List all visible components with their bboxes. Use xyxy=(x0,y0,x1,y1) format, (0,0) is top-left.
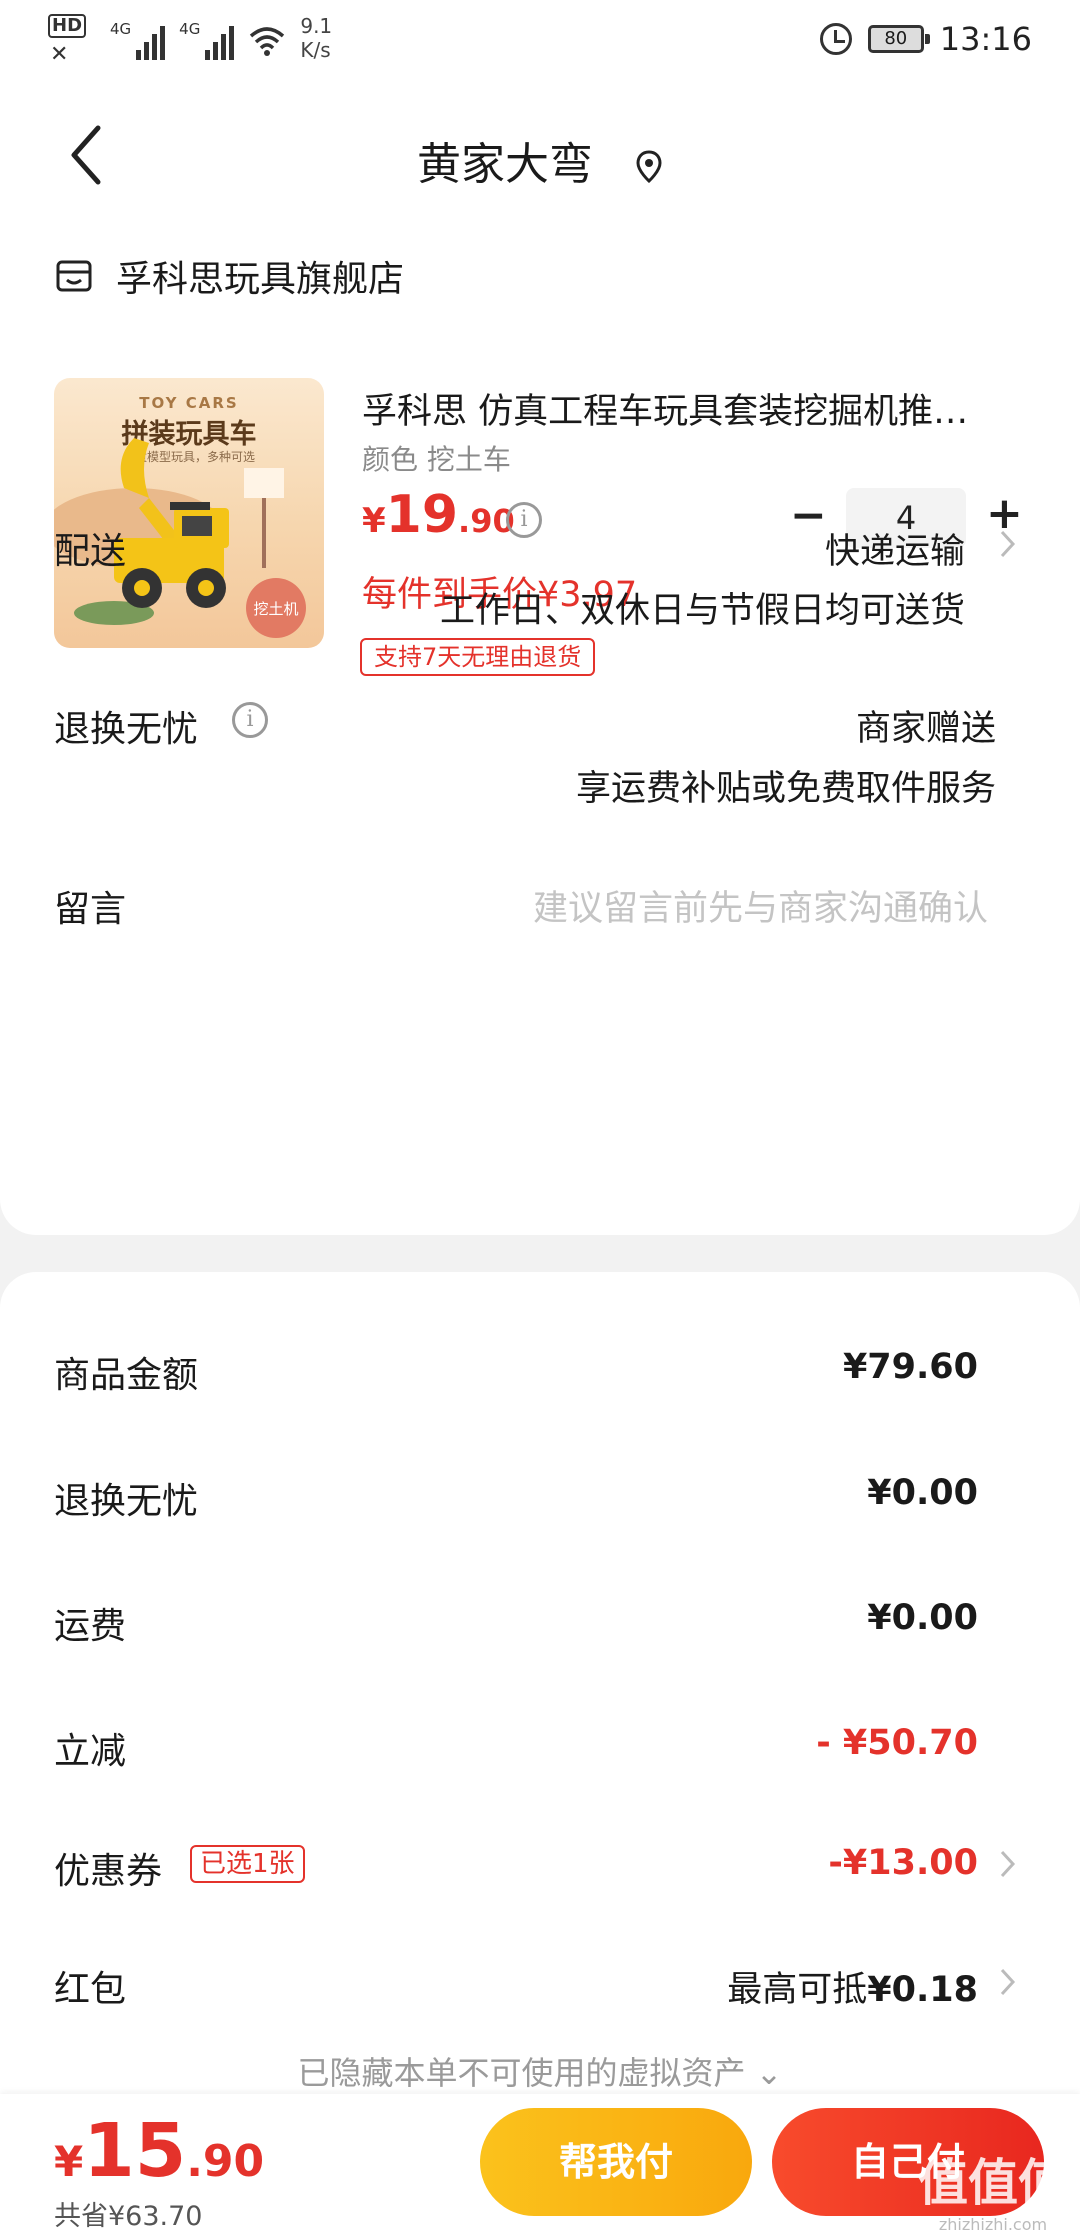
red-packet-amount: ¥0.18 xyxy=(867,1970,978,2010)
goods-amount-label: 商品金额 xyxy=(54,1355,199,1396)
shipping-fee-label: 运费 xyxy=(54,1606,127,1647)
goods-amount-value: ¥79.60 xyxy=(842,1347,978,1387)
returns-fee-value: ¥0.00 xyxy=(867,1473,978,1513)
network-speed-unit: K/s xyxy=(300,38,331,62)
status-left: HD ✕ 4G 4G 9.1 K/s xyxy=(48,14,332,68)
battery-icon: 80 xyxy=(867,25,930,53)
store-icon xyxy=(56,260,92,292)
red-packet-chevron-right-icon[interactable] xyxy=(998,1964,1018,2000)
product-price: ¥19.90 xyxy=(362,485,515,545)
network-type-1: 4G xyxy=(110,20,132,38)
returns-fee-label: 退换无忧 xyxy=(54,1481,199,1522)
help-me-pay-button[interactable]: 帮我付 xyxy=(480,2108,752,2216)
watermark-logo-2: 值 xyxy=(968,2154,1018,2212)
hidden-assets-toggle[interactable]: 已隐藏本单不可使用的虚拟资产 ⌄ xyxy=(0,2048,1080,2094)
price-integer: 19 xyxy=(385,485,459,545)
product-spec[interactable]: 颜色 挖土车 xyxy=(362,438,511,478)
discount-value: - ¥50.70 xyxy=(816,1723,978,1763)
quantity-decrease-button[interactable]: − xyxy=(790,494,827,538)
product-thumbnail[interactable]: TOY CARS 拼装玩具车 儿童模型玩具，多种可选 挖土机 xyxy=(54,378,324,648)
total-integer: 15 xyxy=(83,2108,187,2194)
order-card: 黄家大弯 孚科思玩具旗舰店 TOY CARS 拼装玩具车 儿童模型玩具，多种可选 xyxy=(0,80,1080,1235)
shop-name: 孚科思玩具旗舰店 xyxy=(116,259,405,300)
status-right: 80 13:16 xyxy=(819,20,1032,58)
shop-header[interactable]: 孚科思玩具旗舰店 xyxy=(54,250,404,302)
coupon-label: 优惠券 xyxy=(54,1851,163,1892)
coupon-chevron-right-icon[interactable] xyxy=(998,1846,1018,1882)
total-price: ¥15.90 xyxy=(54,2108,264,2194)
price-info-icon[interactable]: i xyxy=(506,502,542,538)
red-packet-prefix: 最高可抵 xyxy=(727,1970,868,2010)
red-packet-value[interactable]: 最高可抵¥0.18 xyxy=(727,1961,978,2012)
thumb-tag: 挖土机 xyxy=(246,578,306,638)
network-type-2: 4G xyxy=(179,20,201,38)
watermark-site: zhizhizhi.com xyxy=(938,2215,1048,2234)
signal-icon-2: 4G xyxy=(179,20,235,60)
network-speed: 9.1 K/s xyxy=(300,14,332,62)
product-name[interactable]: 孚科思 仿真工程车玩具套装挖掘机推… xyxy=(362,383,1022,434)
hd-call-indicator: HD ✕ xyxy=(48,14,96,68)
delivery-chevron-right-icon[interactable] xyxy=(998,526,1018,562)
missed-call-icon: ✕ xyxy=(50,42,69,67)
returns-note: 享运费补贴或免费取件服务 xyxy=(575,769,996,809)
delivery-label: 配送 xyxy=(54,531,127,572)
signal-icon-1: 4G xyxy=(110,20,166,60)
total-saved: 共省¥63.70 xyxy=(54,2201,203,2232)
returns-info-icon[interactable]: i xyxy=(232,702,268,738)
coupon-value[interactable]: -¥13.00 xyxy=(828,1843,978,1883)
location-pin-icon xyxy=(636,150,662,184)
hd-icon: HD xyxy=(48,14,87,38)
red-packet-label: 红包 xyxy=(54,1969,127,2010)
message-input[interactable]: 建议留言前先与商家沟通确认 xyxy=(533,880,988,931)
checkout-bar: ¥15.90 共省¥63.70 帮我付 自己付 值值值 zhizhizhi.co… xyxy=(0,2094,1080,2240)
shipping-fee-value: ¥0.00 xyxy=(867,1598,978,1638)
total-currency: ¥ xyxy=(54,2137,84,2186)
returns-value: 商家赠送 xyxy=(855,709,996,749)
status-bar: HD ✕ 4G 4G 9.1 K/s 80 13:16 xyxy=(0,0,1080,80)
address-title: 黄家大弯 xyxy=(417,139,593,190)
address-header[interactable]: 黄家大弯 xyxy=(0,128,1080,192)
delivery-method[interactable]: 快递运输 xyxy=(825,523,965,574)
coupon-selected-badge[interactable]: 已选1张 xyxy=(190,1845,305,1883)
returns-label: 退换无忧 xyxy=(54,709,199,750)
clock: 13:16 xyxy=(939,20,1032,58)
watermark-logo: 值 xyxy=(918,2154,968,2212)
price-currency: ¥ xyxy=(362,501,386,541)
return-policy-badge: 支持7天无理由退货 xyxy=(360,638,596,676)
site-watermark: 值值值 zhizhizhi.com xyxy=(918,2143,1068,2234)
network-speed-value: 9.1 xyxy=(300,14,333,38)
alarm-icon xyxy=(819,23,852,55)
message-label: 留言 xyxy=(54,889,127,930)
watermark-logo-3: 值 xyxy=(1018,2154,1068,2212)
wifi-icon xyxy=(250,27,285,56)
discount-label: 立减 xyxy=(54,1731,127,1772)
delivery-note: 工作日、双休日与节假日均可送货 xyxy=(439,591,965,631)
total-decimal: .90 xyxy=(186,2136,265,2187)
